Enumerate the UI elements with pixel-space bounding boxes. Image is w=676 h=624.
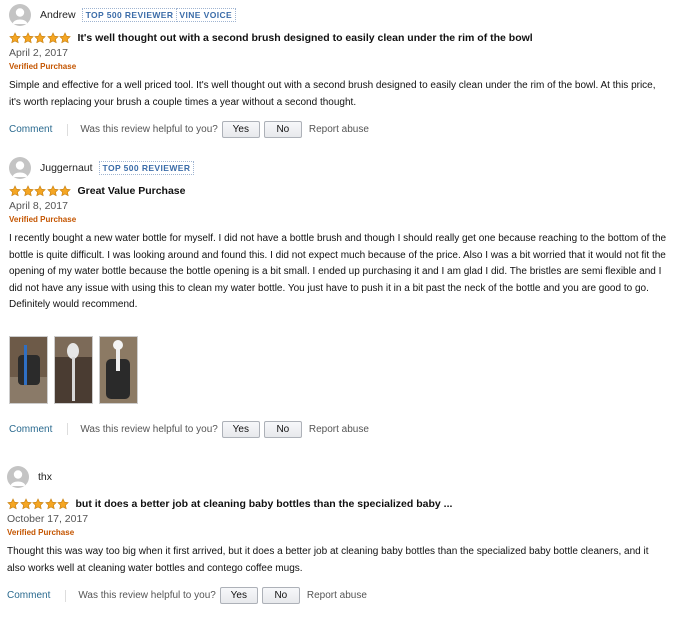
review-title[interactable]: but it does a better job at cleaning bab…: [76, 498, 453, 510]
review-body: I recently bought a new water bottle for…: [9, 233, 667, 310]
helpful-yes-button[interactable]: Yes: [221, 121, 260, 138]
divider: [65, 589, 67, 602]
review-date: October 17, 2017: [7, 513, 89, 525]
report-abuse-link[interactable]: Report abuse: [307, 590, 367, 601]
avatar-placeholder-icon[interactable]: [9, 157, 31, 179]
star-rating: [9, 32, 72, 44]
star-icon: [9, 185, 21, 197]
helpful-yes-button[interactable]: Yes: [221, 420, 260, 438]
star-icon: [21, 32, 34, 44]
review-date: April 2, 2017: [9, 47, 68, 59]
verified-purchase-badge: Verified Purchase: [9, 215, 77, 224]
profile-row: Andrew TOP 500 REVIEWER VINE VOICE: [9, 4, 676, 26]
reviewer-name[interactable]: thx: [38, 471, 52, 483]
review-actions: Comment Was this review helpful to you? …: [9, 420, 676, 438]
review-photo-thumbnail[interactable]: [99, 335, 138, 404]
review-title[interactable]: It's well thought out with a second brus…: [78, 32, 533, 44]
review-photo-thumbnail[interactable]: [9, 335, 48, 404]
review-title[interactable]: Great Value Purchase: [78, 185, 186, 197]
review-body: Simple and effective for a well priced t…: [9, 80, 656, 108]
star-icon: [44, 498, 57, 510]
star-icon: [59, 185, 71, 197]
comment-link[interactable]: Comment: [9, 124, 52, 135]
star-icon: [34, 32, 46, 44]
helpful-yes-button[interactable]: Yes: [219, 587, 258, 604]
profile-row: Juggernaut TOP 500 REVIEWER: [9, 157, 676, 179]
star-icon: [59, 32, 71, 44]
review-photos: [9, 335, 676, 404]
comment-link[interactable]: Comment: [9, 424, 52, 435]
star-rating: [9, 185, 72, 197]
profile-row: thx: [7, 466, 676, 488]
helpful-question: Was this review helpful to you?: [80, 124, 218, 135]
report-abuse-link[interactable]: Report abuse: [309, 124, 369, 135]
helpful-no-button[interactable]: No: [263, 121, 302, 138]
star-icon: [57, 498, 69, 510]
star-icon: [46, 185, 59, 197]
verified-purchase-badge: Verified Purchase: [9, 62, 77, 71]
avatar-placeholder-icon[interactable]: [9, 4, 31, 26]
star-icon: [34, 185, 46, 197]
report-abuse-link[interactable]: Report abuse: [309, 424, 369, 435]
comment-link[interactable]: Comment: [7, 590, 50, 601]
review-title-row: Great Value Purchase: [9, 185, 676, 197]
divider: [67, 423, 69, 435]
avatar-placeholder-icon[interactable]: [7, 466, 29, 488]
reviewer-name[interactable]: Juggernaut: [40, 162, 93, 174]
star-icon: [7, 498, 19, 510]
reviewer-badge[interactable]: TOP 500 REVIEWER: [81, 8, 178, 22]
review-actions: Comment Was this review helpful to you? …: [7, 587, 676, 604]
reviewer-badge[interactable]: TOP 500 REVIEWER: [98, 161, 195, 175]
review-date: April 8, 2017: [9, 200, 68, 212]
review-1: Andrew TOP 500 REVIEWER VINE VOICE It's …: [9, 4, 676, 138]
star-icon: [19, 498, 32, 510]
review-2: Juggernaut TOP 500 REVIEWER Great Value …: [9, 157, 676, 438]
helpful-question: Was this review helpful to you?: [78, 590, 216, 601]
helpful-no-button[interactable]: No: [263, 420, 302, 438]
star-icon: [46, 32, 59, 44]
review-3: thx but it does a better job at cleaning…: [7, 466, 676, 604]
reviewer-name[interactable]: Andrew: [40, 9, 76, 21]
review-actions: Comment Was this review helpful to you? …: [9, 121, 676, 138]
verified-purchase-badge: Verified Purchase: [7, 528, 75, 537]
divider: [67, 123, 69, 136]
review-title-row: It's well thought out with a second brus…: [9, 32, 676, 44]
star-icon: [32, 498, 44, 510]
helpful-no-button[interactable]: No: [261, 587, 300, 604]
review-title-row: but it does a better job at cleaning bab…: [7, 498, 676, 510]
review-photo-thumbnail[interactable]: [54, 335, 93, 404]
reviewer-badge[interactable]: VINE VOICE: [176, 8, 237, 22]
star-rating: [7, 498, 70, 510]
helpful-question: Was this review helpful to you?: [80, 423, 218, 435]
star-icon: [9, 32, 21, 44]
star-icon: [21, 185, 34, 197]
review-body: Thought this was way too big when it fir…: [7, 546, 649, 574]
